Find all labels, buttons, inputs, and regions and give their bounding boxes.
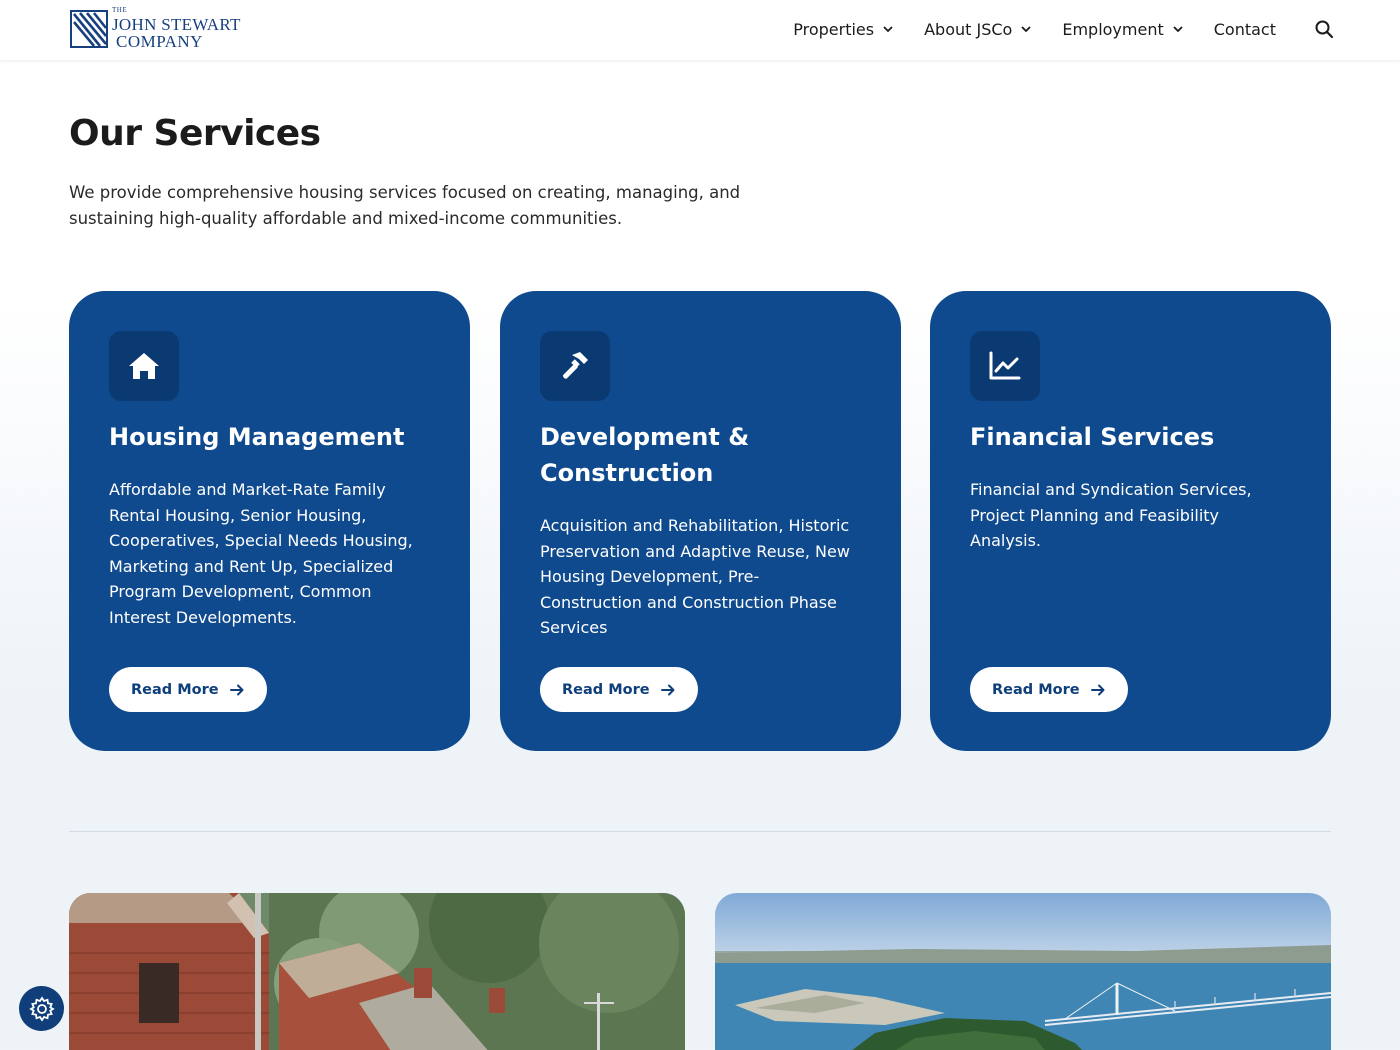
read-more-label: Read More [562, 681, 650, 698]
logo-text: THE JOHN STEWART COMPANY [112, 6, 241, 51]
section-divider [69, 831, 1331, 832]
chevron-down-icon [1021, 26, 1031, 33]
logo-line-1: JOHN STEWART [112, 15, 241, 34]
property-photo-brick-houses[interactable] [69, 893, 685, 1050]
read-more-button[interactable]: Read More [109, 667, 267, 712]
card-icon-box [970, 331, 1040, 401]
logo-small-text: THE [112, 6, 128, 14]
service-card-financial: Financial Services Financial and Syndica… [930, 291, 1331, 751]
gear-icon [28, 995, 55, 1022]
card-icon-box [109, 331, 179, 401]
home-icon [129, 353, 159, 379]
logo-mark-icon [70, 10, 108, 48]
arrow-right-icon [1090, 684, 1105, 695]
logo-line-2: COMPANY [116, 32, 203, 51]
service-card-development: Development & Construction Acquisition a… [500, 291, 901, 751]
arrow-right-icon [660, 684, 675, 695]
nav-item-contact[interactable]: Contact [1214, 20, 1276, 39]
read-more-label: Read More [131, 681, 219, 698]
nav-label: Employment [1062, 19, 1164, 39]
read-more-button[interactable]: Read More [970, 667, 1128, 712]
chevron-down-icon [1173, 26, 1183, 33]
card-icon-box [540, 331, 610, 401]
read-more-button[interactable]: Read More [540, 667, 698, 712]
nav-item-employment[interactable]: Employment [1062, 20, 1183, 39]
main-nav: Properties About JSCo Employment Contact [763, 0, 1334, 58]
card-title: Financial Services [970, 423, 1215, 451]
property-photo-bay-bridge[interactable] [715, 893, 1331, 1050]
card-title: Development & Construction [540, 423, 750, 487]
nav-label: Properties [793, 19, 875, 39]
search-icon[interactable] [1314, 19, 1334, 39]
site-header: THE JOHN STEWART COMPANY Properties Abou… [0, 0, 1400, 60]
intro-text: We provide comprehensive housing service… [69, 183, 741, 228]
hammer-icon [563, 352, 588, 379]
service-card-housing: Housing Management Affordable and Market… [69, 291, 470, 751]
nav-item-about[interactable]: About JSCo [924, 20, 1032, 39]
card-description: Financial and Syndication Services, Proj… [970, 480, 1252, 551]
card-description: Acquisition and Rehabilitation, Historic… [540, 516, 850, 638]
card-description: Affordable and Market-Rate Family Rental… [109, 480, 413, 627]
nav-item-properties[interactable]: Properties [793, 20, 894, 39]
company-logo[interactable]: THE JOHN STEWART COMPANY [70, 6, 241, 51]
read-more-label: Read More [992, 681, 1080, 698]
page-title: Our Services [69, 113, 321, 154]
chart-line-icon [989, 351, 1021, 380]
nav-label: Contact [1213, 19, 1276, 39]
card-title: Housing Management [109, 423, 405, 451]
nav-label: About JSCo [924, 19, 1013, 39]
cookie-settings-button[interactable] [19, 986, 64, 1031]
arrow-right-icon [229, 684, 244, 695]
chevron-down-icon [883, 26, 893, 33]
